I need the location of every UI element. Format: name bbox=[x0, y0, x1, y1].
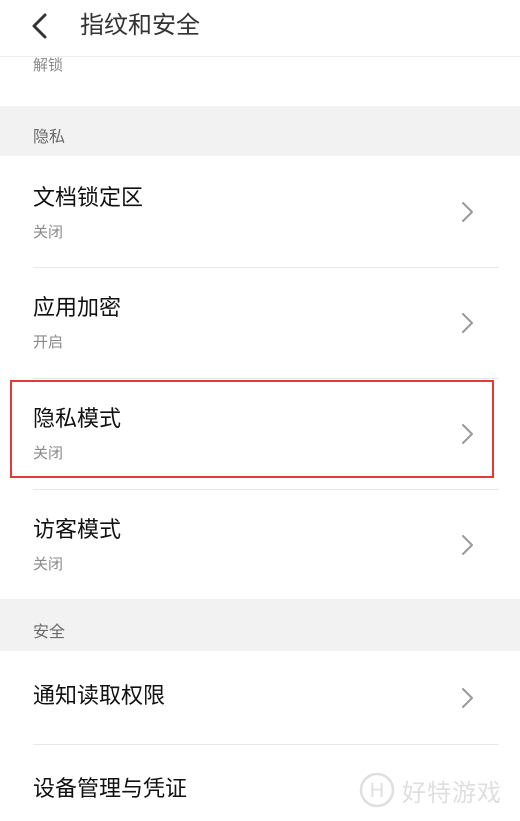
chevron-right-icon bbox=[462, 535, 473, 555]
settings-item-document-lock[interactable]: 文档锁定区 关闭 bbox=[0, 157, 520, 267]
item-title: 通知读取权限 bbox=[33, 684, 166, 709]
section-security: 安全 bbox=[0, 599, 520, 651]
page-title: 指纹和安全 bbox=[80, 11, 200, 39]
chevron-right-icon bbox=[462, 424, 473, 444]
chevron-left-icon bbox=[32, 13, 47, 39]
settings-item-notification-access[interactable]: 通知读取权限 bbox=[0, 652, 520, 744]
partial-item-label: 解锁 bbox=[33, 56, 64, 74]
chevron-right-icon bbox=[462, 202, 473, 222]
watermark: H 好特游戏 bbox=[358, 768, 508, 812]
back-button[interactable] bbox=[22, 8, 58, 44]
settings-item-app-encryption[interactable]: 应用加密 开启 bbox=[0, 268, 520, 378]
item-status: 关闭 bbox=[33, 444, 64, 462]
section-label-privacy: 隐私 bbox=[33, 127, 66, 146]
watermark-letter: H bbox=[370, 780, 384, 802]
settings-item-privacy-mode[interactable]: 隐私模式 关闭 bbox=[0, 379, 520, 489]
item-status: 关闭 bbox=[33, 555, 64, 573]
item-title: 应用加密 bbox=[33, 296, 122, 321]
watermark-text: 好特游戏 bbox=[402, 778, 502, 807]
section-label-security: 安全 bbox=[33, 622, 66, 641]
item-title: 隐私模式 bbox=[33, 407, 122, 432]
watermark-logo-icon: H bbox=[359, 772, 395, 808]
item-title: 访客模式 bbox=[33, 518, 122, 543]
item-status: 开启 bbox=[33, 333, 64, 351]
app-header: 指纹和安全 bbox=[0, 0, 520, 57]
item-status: 关闭 bbox=[33, 223, 64, 241]
section-privacy: 隐私 bbox=[0, 106, 520, 156]
chevron-right-icon bbox=[462, 313, 473, 333]
settings-item-guest-mode[interactable]: 访客模式 关闭 bbox=[0, 490, 520, 599]
item-title: 设备管理与凭证 bbox=[33, 777, 188, 802]
item-title: 文档锁定区 bbox=[33, 186, 144, 211]
chevron-right-icon bbox=[462, 688, 473, 708]
